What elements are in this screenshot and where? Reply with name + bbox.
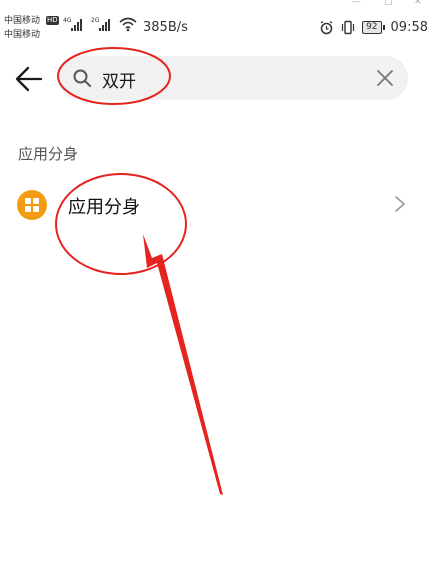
signal-2g-icon: 2G <box>91 17 110 31</box>
search-box[interactable]: 双开 <box>58 56 408 100</box>
signal-4g-label: 4G <box>63 17 72 24</box>
window-controls-strip: — □ ✕ <box>0 0 434 8</box>
close-window-icon: ✕ <box>414 0 422 7</box>
signal-4g-icon: 4G <box>63 17 82 31</box>
battery-indicator: 92 <box>362 21 385 34</box>
chevron-right-icon <box>395 196 405 212</box>
network-speed: 385B/s <box>143 20 188 35</box>
carrier-1: 中国移动 <box>4 16 41 26</box>
annotation-arrow <box>143 234 223 495</box>
status-bar: 中国移动 HD 中国移动 4G 2G 385B/s 92 09:58 <box>0 10 434 46</box>
clock: 09:58 <box>390 20 428 35</box>
alarm-icon <box>320 20 333 35</box>
battery-level: 92 <box>362 21 382 34</box>
section-title: 应用分身 <box>18 145 79 163</box>
app-twin-icon <box>17 190 47 220</box>
clear-icon[interactable] <box>376 69 394 87</box>
signal-2g-label: 2G <box>91 17 100 24</box>
carrier-2: 中国移动 <box>4 30 41 40</box>
vibrate-icon <box>341 20 355 35</box>
back-arrow-icon[interactable] <box>14 64 44 94</box>
hd-badge: HD <box>46 16 59 25</box>
wifi-icon <box>119 17 137 32</box>
minimize-icon: — <box>352 0 361 7</box>
search-icon <box>73 69 91 87</box>
result-item-app-twin[interactable]: 应用分身 <box>0 182 434 228</box>
search-input[interactable]: 双开 <box>102 67 136 92</box>
maximize-icon: □ <box>384 0 393 7</box>
result-item-label: 应用分身 <box>68 197 140 218</box>
